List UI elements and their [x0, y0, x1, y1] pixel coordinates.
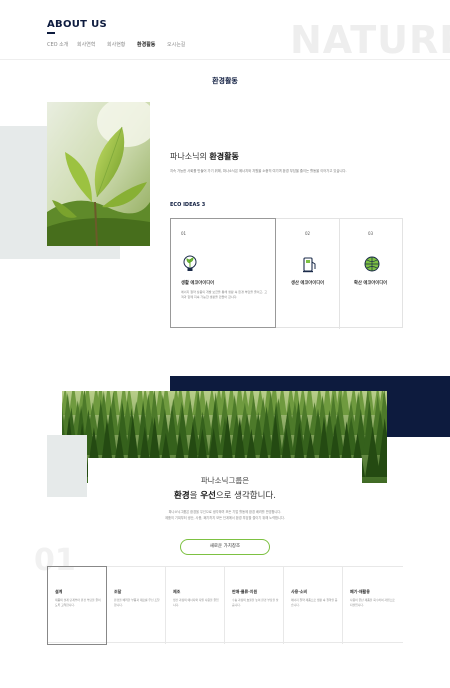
value-creation-button[interactable]: 새로운 가치창조 — [180, 539, 270, 555]
statement-paragraph: 파나소닉그룹은 환경을 우선으로 생각하며 모든 기업 활동에 환경 배려를 반… — [168, 510, 282, 514]
intro-heading-bold: 환경활동 — [209, 152, 239, 161]
step-title: 조달 — [114, 589, 122, 594]
step-desc: 환경을 배려한 부품과 재료를 우선 조달합니다. — [114, 598, 160, 607]
step-desc: 수송 과정의 효율을 높여 환경 부담을 낮춥니다. — [232, 598, 279, 607]
page-title: ABOUT US — [47, 19, 108, 30]
card-number: 03 — [368, 231, 374, 236]
card-title: 확산 에코아이디어 — [354, 281, 388, 286]
tab-environment[interactable]: 환경활동 — [137, 41, 155, 48]
title-underline — [47, 32, 55, 34]
nature-watermark: NATURE — [290, 18, 450, 62]
step-procurement[interactable]: 조달환경을 배려한 부품과 재료를 우선 조달합니다. — [107, 567, 166, 644]
eco-card-spread[interactable]: 03 확산 에코아이디어 — [340, 219, 404, 329]
step-title: 제조 — [173, 589, 181, 594]
intro-heading-light: 파나소닉의 — [170, 152, 207, 161]
tea-leaf-image — [47, 102, 150, 246]
card-number: 02 — [305, 231, 311, 236]
lifecycle-steps: 설계제품의 설계 단계부터 환경 부담을 줄이도록 고려합니다. 조달환경을 배… — [47, 566, 403, 645]
card-title: 생산 에코아이디어 — [291, 281, 325, 286]
step-desc: 사용이 끝난 제품을 회수하여 자원으로 되살립니다. — [350, 598, 395, 607]
eco-ideas-label: ECO IDEAS 3 — [170, 202, 206, 208]
step-title: 설계 — [55, 589, 63, 594]
statement-paragraph: 제품의 기획부터 생산, 사용, 폐기까지 모든 단계에서 환경 부담을 줄이기… — [165, 516, 285, 520]
intro-heading: 파나소닉의 환경활동 — [170, 151, 239, 162]
step-manufacturing[interactable]: 제조생산 과정의 에너지와 자원 사용을 줄입니다. — [166, 567, 225, 644]
card-number: 01 — [181, 231, 187, 236]
step-desc: 에너지 절약 제품으로 생활 속 절약을 돕습니다. — [291, 598, 338, 607]
eco-card-living[interactable]: 01 생활 에코아이디어 에너지 절약 상품의 개발 보급을 통해 생활 속 환… — [170, 218, 276, 328]
step-title: 폐기·재활용 — [350, 589, 370, 594]
step-desc: 생산 과정의 에너지와 자원 사용을 줄입니다. — [173, 598, 219, 607]
tab-location[interactable]: 오시는길 — [167, 41, 185, 48]
section-title: 환경활동 — [212, 77, 238, 85]
statement-bold2: 우선 — [200, 491, 216, 501]
decor-white-block — [150, 102, 450, 126]
tab-company-status[interactable]: 회사현황 — [107, 41, 125, 48]
decor-gray-block — [47, 435, 87, 497]
statement-end: 으로 생각합니다. — [215, 491, 276, 501]
eco-card-production[interactable]: 02 생산 에코아이디어 — [277, 219, 340, 329]
statement-line1: 파나소닉그룹은 — [200, 476, 250, 485]
step-design[interactable]: 설계제품의 설계 단계부터 환경 부담을 줄이도록 고려합니다. — [47, 566, 107, 645]
fuel-pump-icon — [299, 254, 319, 274]
step-title: 사용·소비 — [291, 589, 308, 594]
statement-mid: 을 — [189, 491, 198, 501]
step-sales-logistics[interactable]: 판매·물류·지원수송 과정의 효율을 높여 환경 부담을 낮춥니다. — [225, 567, 284, 644]
tab-history[interactable]: 회사연혁 — [77, 41, 95, 48]
card-title: 생활 에코아이디어 — [181, 281, 215, 286]
step-disposal[interactable]: 폐기·재활용사용이 끝난 제품을 회수하여 자원으로 되살립니다. — [343, 567, 403, 644]
step-desc: 제품의 설계 단계부터 환경 부담을 줄이도록 고려합니다. — [55, 598, 101, 607]
statement-bold1: 환경 — [174, 491, 190, 501]
plant-bulb-icon — [181, 254, 201, 274]
card-description: 에너지 절약 상품의 개발 보급을 통해 생활 속 환경 부담을 줄이고, 고객… — [181, 290, 267, 299]
step-title: 판매·물류·지원 — [232, 589, 258, 594]
tab-ceo[interactable]: CEO 소개 — [47, 41, 68, 48]
step-use[interactable]: 사용·소비에너지 절약 제품으로 생활 속 절약을 돕습니다. — [284, 567, 343, 644]
statement-line2: 환경을 우선으로 생각합니다. — [0, 489, 450, 501]
eco-cards: 02 생산 에코아이디어 03 확산 에코아이디어 01 생활 에코아이디어 에… — [170, 218, 404, 329]
globe-icon — [362, 254, 382, 274]
intro-body: 지속 가능한 사회를 만들어 가기 위해, 파나소닉은 에너지와 자원을 소중히… — [170, 169, 347, 173]
